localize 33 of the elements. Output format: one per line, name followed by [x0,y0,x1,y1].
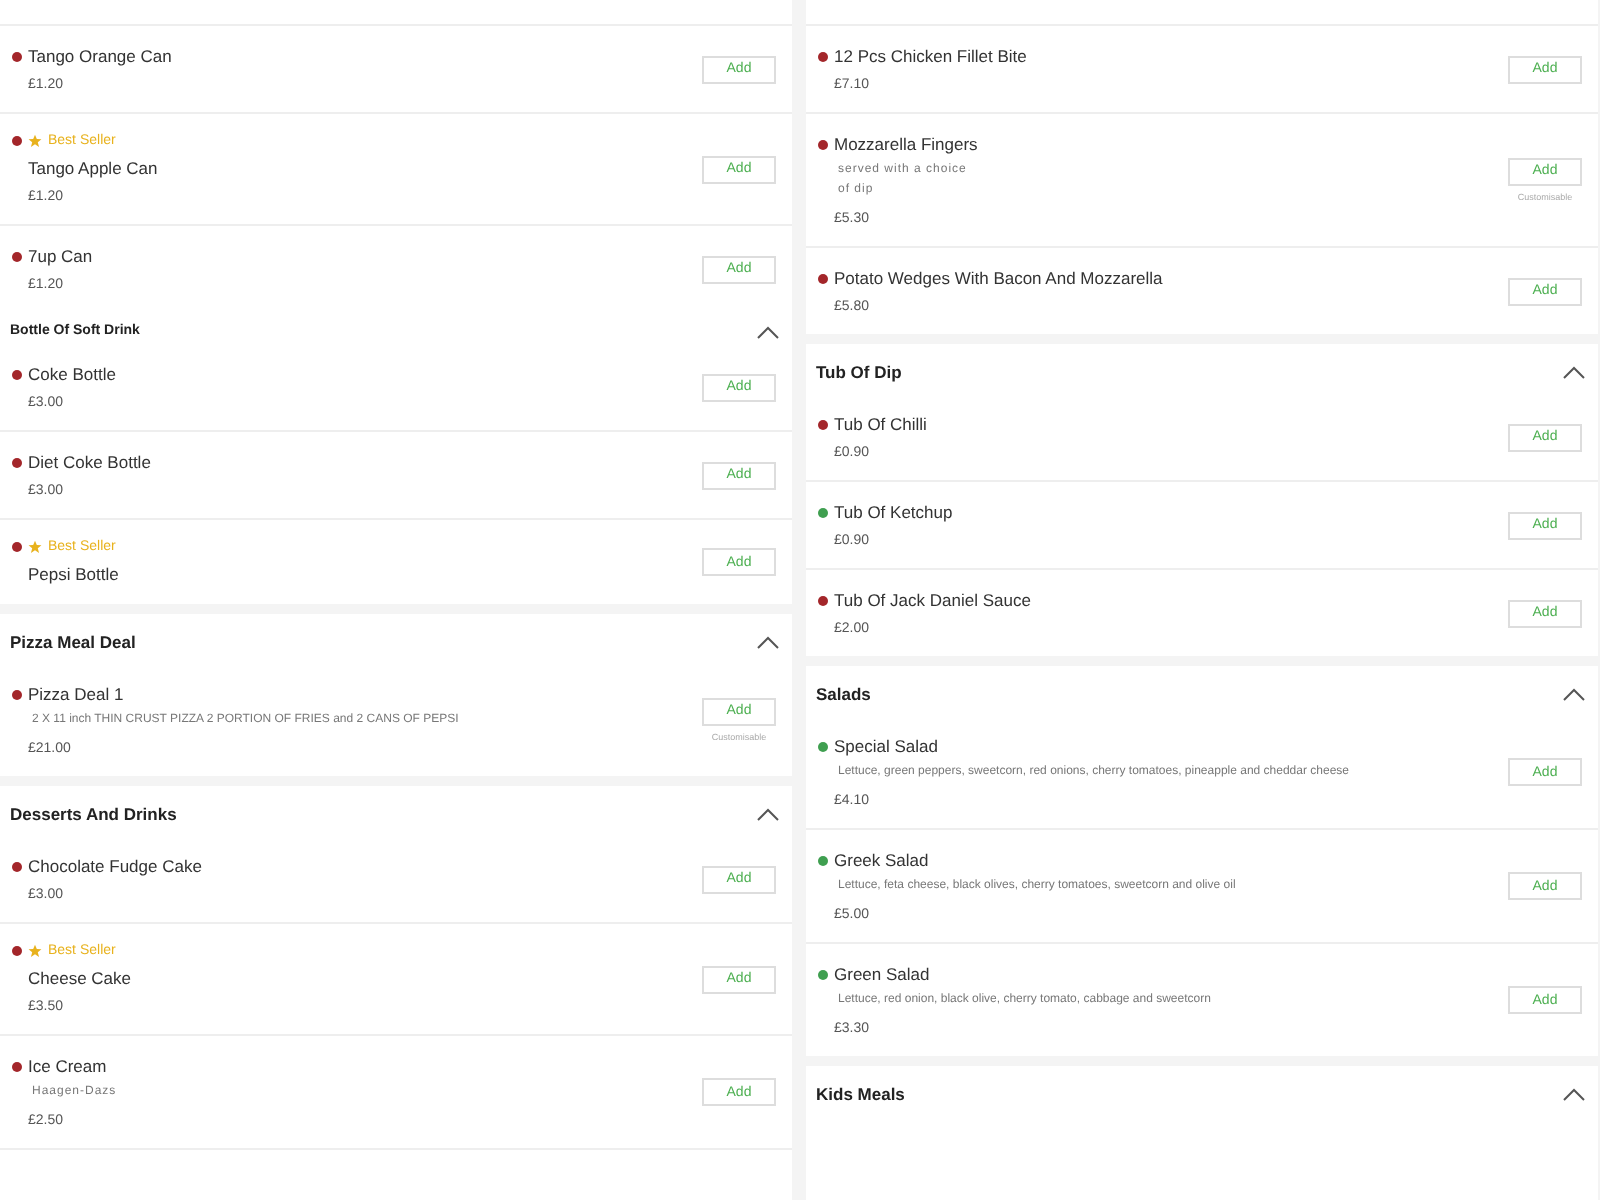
item-name: Mozzarella Fingers [834,132,978,156]
item-name: Tub Of Jack Daniel Sauce [834,588,1031,612]
chevron-up-icon[interactable] [1562,1087,1586,1101]
item-name: Pepsi Bottle [26,562,119,586]
item-name: Chocolate Fudge Cake [28,854,202,878]
star-icon [28,944,42,958]
chevron-up-icon[interactable] [756,325,780,339]
star-icon [28,540,42,554]
section-title: Desserts And Drinks [10,802,177,826]
item-name: 7up Can [28,244,93,268]
item-name: Ice Cream [28,1054,107,1078]
item-name: Cheese Cake [26,966,132,990]
star-icon [28,134,42,148]
item-name: 12 Pcs Chicken Fillet Bite [834,44,1027,68]
item-name: Greek Salad [834,848,929,872]
section-title: Kids Meals [816,1082,905,1106]
chevron-up-icon[interactable] [756,635,780,649]
item-name: Coke Bottle [28,362,116,386]
item-name: Pizza Deal 1 [28,682,124,706]
item-name: Tub Of Chilli [834,412,927,436]
section-title: Pizza Meal Deal [10,630,136,654]
item-name: Tango Orange Can [28,44,172,68]
chevron-up-icon[interactable] [1562,687,1586,701]
item-name: Potato Wedges With Bacon And Mozzarella [834,266,1163,290]
item-name: Special Salad [834,734,938,758]
chevron-up-icon[interactable] [1562,365,1586,379]
item-name: Green Salad [834,962,930,986]
item-name: Tango Apple Can [26,156,158,180]
item-name: Diet Coke Bottle [28,450,151,474]
section-title: Salads [816,682,871,706]
section-title: Tub Of Dip [816,360,902,384]
chevron-up-icon[interactable] [756,807,780,821]
item-name: Tub Of Ketchup [834,500,953,524]
